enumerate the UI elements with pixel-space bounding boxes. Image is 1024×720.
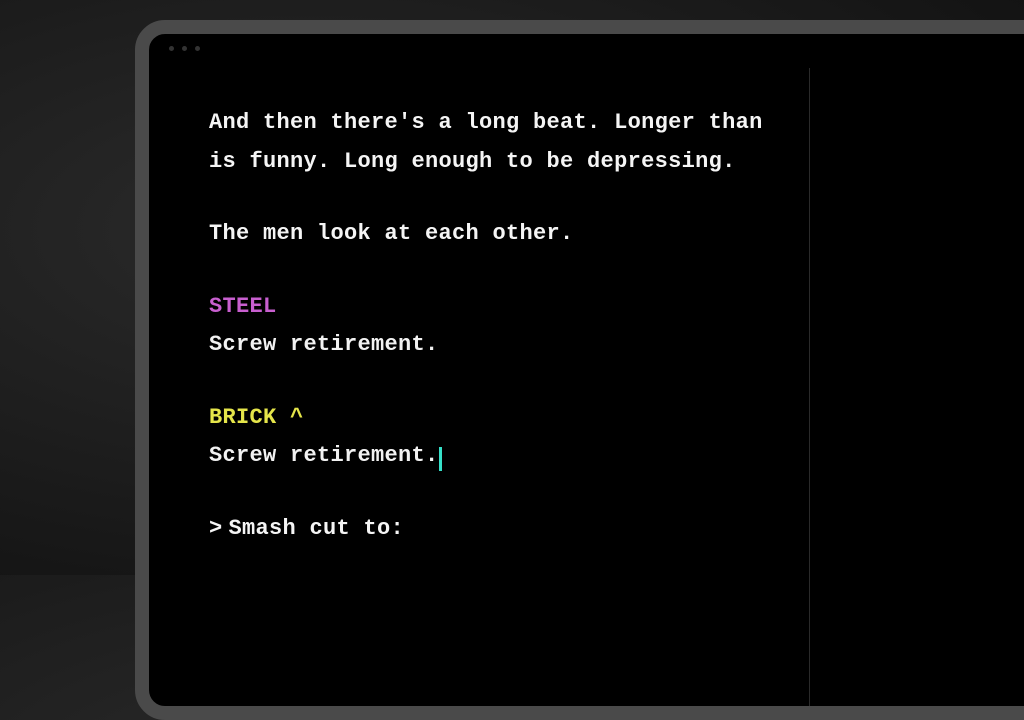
screenplay-editor[interactable]: And then there's a long beat. Longer tha… (149, 68, 809, 706)
transition-text: Smash cut to: (229, 516, 405, 541)
window-titlebar (149, 34, 1024, 68)
character-label: STEEL (209, 294, 277, 319)
action-line: is funny. Long enough to be depressing. (209, 143, 769, 182)
action-line: And then there's a long beat. Longer tha… (209, 104, 769, 143)
dialogue-text: Screw retirement. (209, 332, 439, 357)
dot-icon (169, 46, 174, 51)
action-text: The men look at each other. (209, 221, 574, 246)
character-label: BRICK (209, 405, 277, 430)
editor-area: And then there's a long beat. Longer tha… (149, 68, 1024, 706)
prompt-chevron-icon: > (209, 516, 223, 541)
text-cursor (439, 447, 442, 471)
dot-icon (195, 46, 200, 51)
side-panel (809, 68, 1024, 706)
dual-dialogue-caret: ^ (290, 405, 304, 430)
character-name-brick: BRICK ^ (209, 399, 769, 438)
action-text: is funny. Long enough to be depressing. (209, 149, 736, 174)
character-name-steel: STEEL (209, 288, 769, 327)
dialogue-line: Screw retirement. (209, 326, 769, 365)
device-frame: And then there's a long beat. Longer tha… (135, 20, 1024, 720)
window-control-dots (169, 46, 200, 51)
dot-icon (182, 46, 187, 51)
dialogue-text: Screw retirement. (209, 443, 439, 468)
dialogue-line: Screw retirement. (209, 437, 769, 476)
action-text: And then there's a long beat. Longer tha… (209, 110, 763, 135)
transition-input-line[interactable]: >Smash cut to: (209, 510, 769, 549)
action-line: The men look at each other. (209, 215, 769, 254)
